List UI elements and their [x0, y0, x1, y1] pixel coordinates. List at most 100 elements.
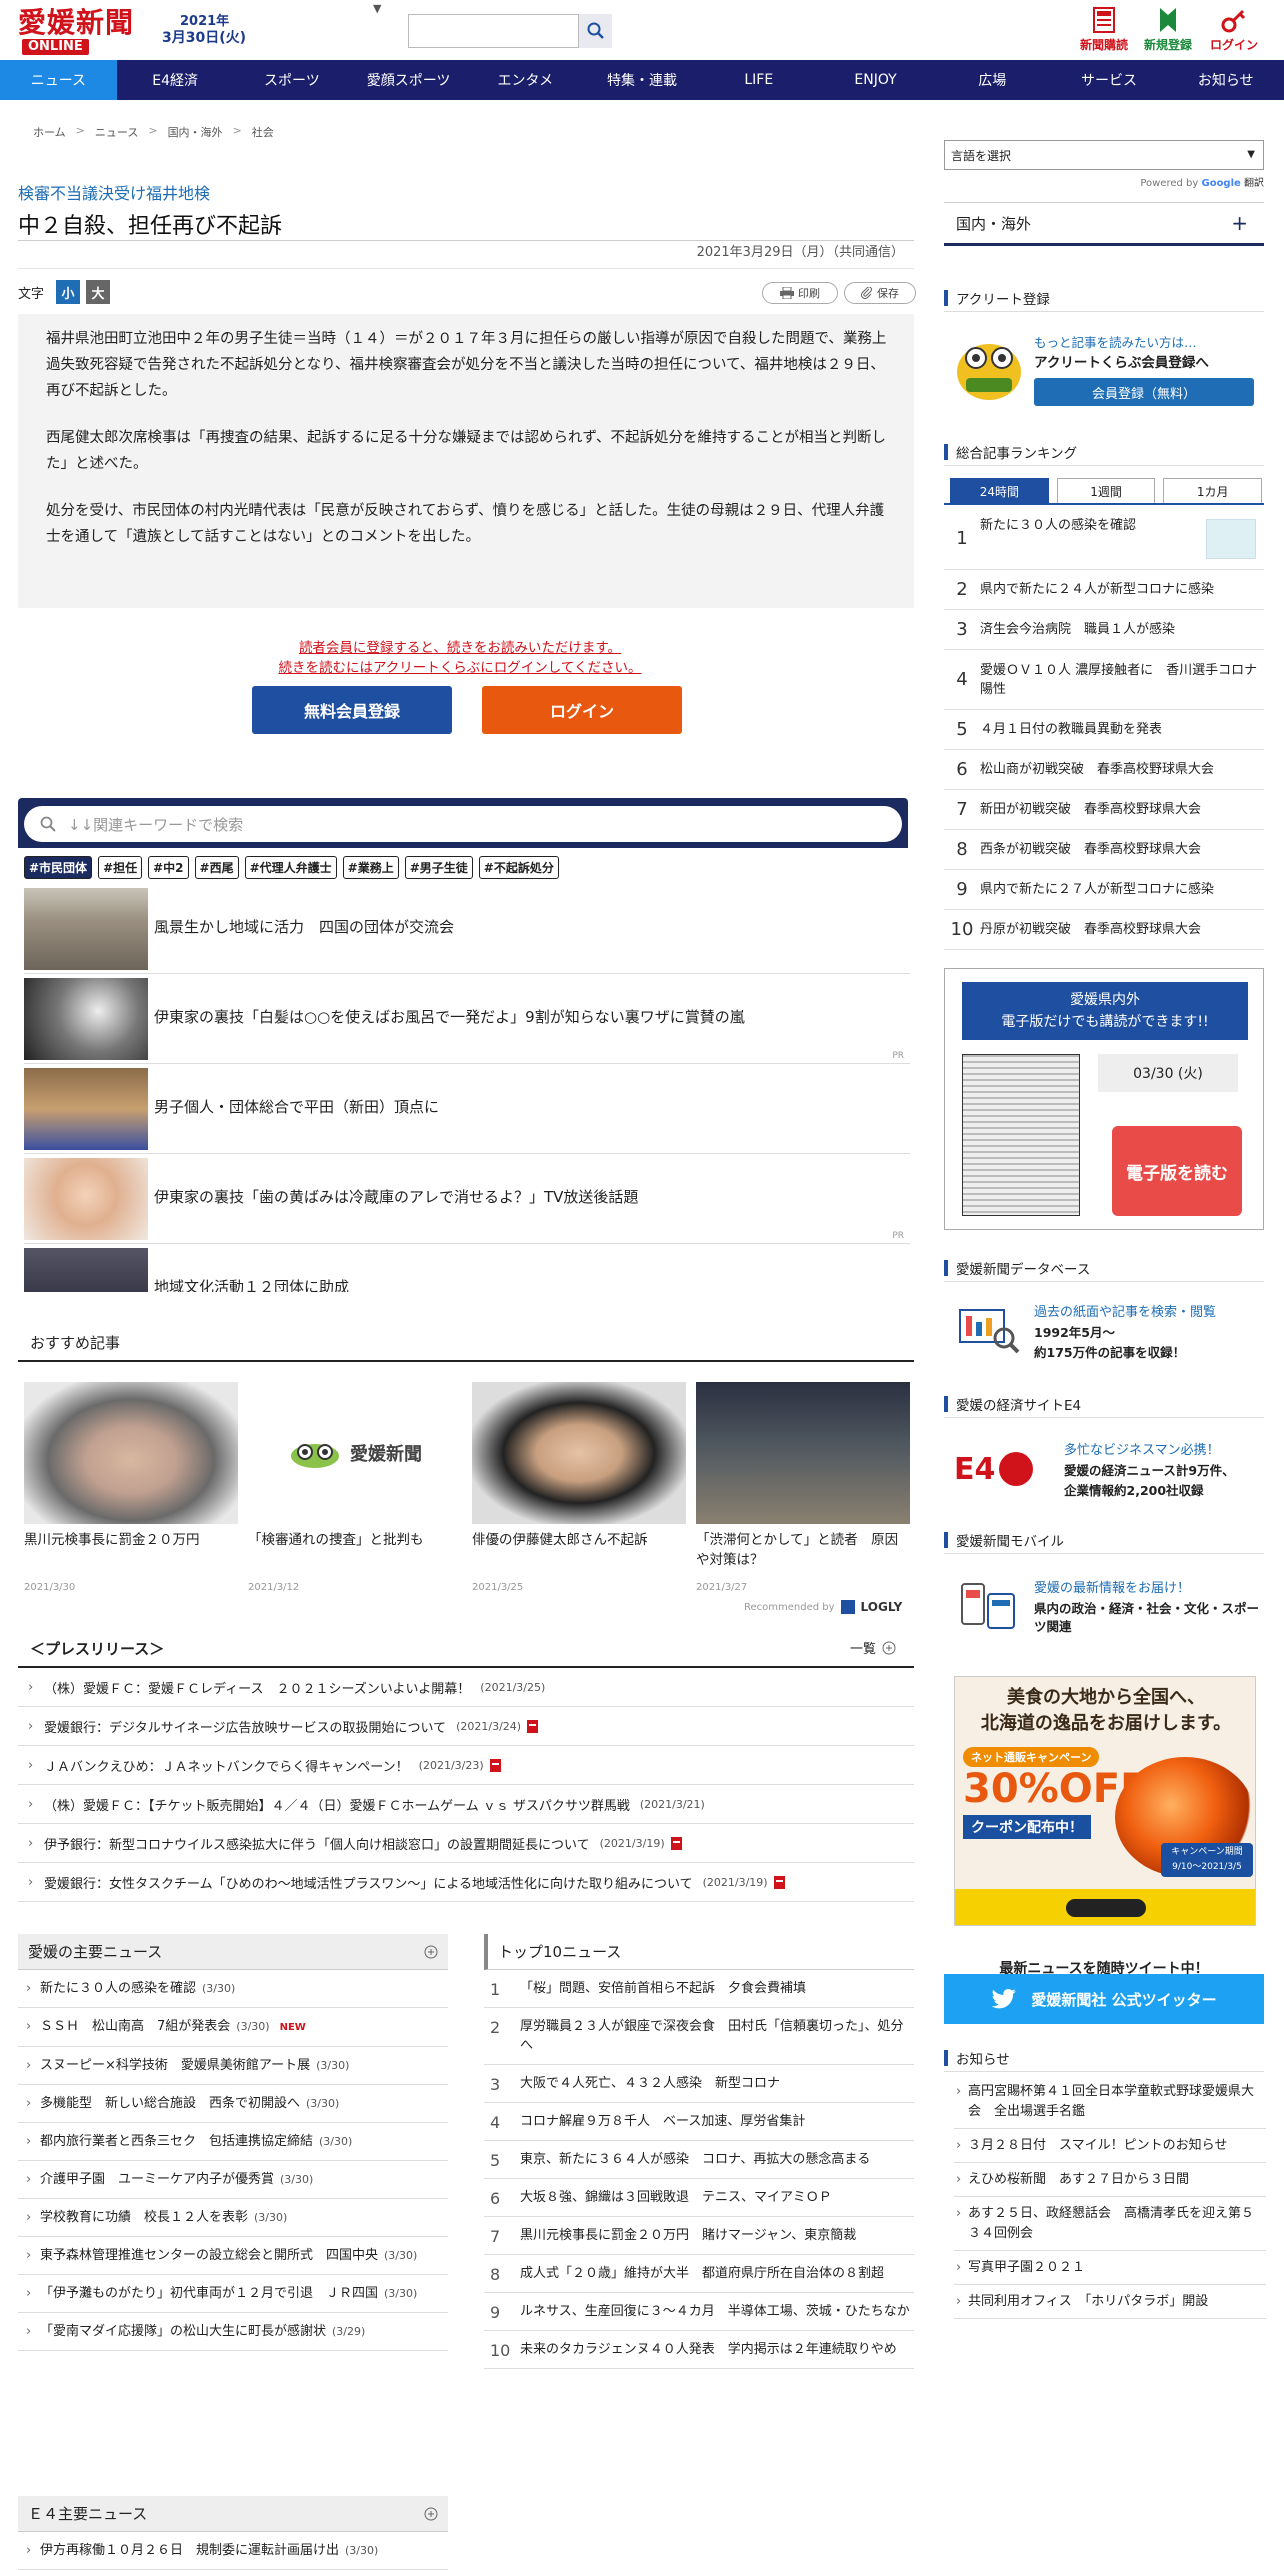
news-item[interactable]: › ＳＳＨ 松山南高 7組が発表会 (3/30) NEW [18, 2008, 448, 2047]
register-link[interactable]: 新規登録 [1140, 6, 1196, 56]
keyword-tag[interactable]: #西尾 [194, 856, 239, 879]
osusume-card[interactable]: 黒川元検事長に罰金２０万円 2021/3/30 [24, 1382, 238, 1593]
ranking-item[interactable]: 4 愛媛ＯＶ１０人 濃厚接触者に 香川選手コロナ陽性 [944, 650, 1264, 710]
top10-item[interactable]: 8 成人式「２０歳」維持が大半 都道府県庁所在自治体の８割超 [484, 2255, 914, 2293]
ranking-item[interactable]: 9 県内で新たに２７人が新型コロナに感染 [944, 870, 1264, 910]
plus-circle-icon[interactable] [424, 1945, 438, 1959]
tab-1week[interactable]: 1週間 [1056, 478, 1156, 504]
news-item[interactable]: › 都内旅行業者と西条三セク 包括連携協定締結 (3/30) [18, 2123, 448, 2161]
keyword-item[interactable]: 男子個人・団体総合で平田（新田）頂点に [24, 1066, 910, 1154]
ranking-item[interactable]: 7 新田が初戦突破 春季高校野球県大会 [944, 790, 1264, 830]
keyword-tag[interactable]: #男子生徒 [404, 856, 473, 879]
press-item[interactable]: › 伊予銀行：新型コロナウイルス感染拡大に伴う「個人向け相談窓口」の設置期間延長に… [18, 1824, 914, 1863]
top10-item[interactable]: 1 「桜」問題、安倍前首相ら不起訴 夕食会費補填 [484, 1970, 914, 2008]
nav-sports[interactable]: スポーツ [233, 60, 350, 100]
hokkaido-ad-banner[interactable]: 美食の大地から全国へ、 北海道の逸品をお届けします。 ネット通販キャンペーン 3… [954, 1676, 1256, 1926]
top10-item[interactable]: 4 コロナ解雇９万８千人 ベース加速、厚労省集計 [484, 2103, 914, 2141]
subscribe-link[interactable]: 新聞購読 [1076, 6, 1132, 56]
nav-notice[interactable]: お知らせ [1167, 60, 1284, 100]
epaper-thumbnail[interactable] [962, 1054, 1080, 1216]
news-item[interactable]: › 「伊予灘ものがたり」初代車両が１２月で引退 ＪＲ四国 (3/30) [18, 2275, 448, 2313]
category-intl[interactable]: 国内・海外 + [944, 202, 1264, 246]
ranking-item[interactable]: 3 済生会今治病院 職員１人が感染 [944, 610, 1264, 650]
news-item[interactable]: › 学校教育に功績 校長１２人を表彰 (3/30) [18, 2199, 448, 2237]
keyword-tag[interactable]: #市民団体 [24, 856, 93, 879]
free-register-button[interactable]: 無料会員登録 [252, 686, 452, 734]
keyword-item[interactable]: 伊東家の裏技「白髪は○○を使えばお風呂で一発だよ」9割が知らない裏ワザに賞賛の嵐… [24, 976, 910, 1064]
mobile-icon[interactable] [958, 1580, 1018, 1634]
login-link[interactable]: ログイン [1206, 6, 1262, 56]
nav-hiroba[interactable]: 広場 [934, 60, 1051, 100]
keyword-item[interactable]: 風景生かし地域に活力 四国の団体が交流会 [24, 886, 910, 974]
ranking-item[interactable]: 2 県内で新たに２４人が新型コロナに感染 [944, 570, 1264, 610]
epaper-read-button[interactable]: 電子版を読む [1112, 1126, 1242, 1216]
osusume-card[interactable]: 愛媛新聞 「検審通れの捜査」と批判も 2021/3/12 [248, 1382, 462, 1593]
top10-item[interactable]: 2 厚労職員２３人が銀座で深夜会食 田村氏「信頼裏切った」、処分へ [484, 2008, 914, 2065]
osusume-card[interactable]: 「渋滞何とかして」と読者 原因や対策は？ 2021/3/27 [696, 1382, 910, 1593]
keyword-tag[interactable]: #担任 [98, 856, 143, 879]
top10-item[interactable]: 10 未来のタカラジェンヌ４０人発表 学内掲示は２年連続取りやめ [484, 2331, 914, 2369]
oshirase-item[interactable]: › 高円宮賜杯第４１回全日本学童軟式野球愛媛県大会 全出場選手名鑑 [954, 2076, 1266, 2129]
tab-1month[interactable]: 1カ月 [1163, 478, 1263, 504]
news-item[interactable]: › 介護甲子園 ユーミーケア内子が優秀賞 (3/30) [18, 2161, 448, 2199]
news-item[interactable]: › 「愛南マダイ応援隊」の松山大生に町長が感謝状 (3/29) [18, 2313, 448, 2351]
site-logo[interactable]: 愛媛新聞 ONLINE [18, 8, 148, 55]
breadcrumb-intl[interactable]: 国内・海外 [168, 124, 223, 140]
translate-link[interactable]: 翻訳 [1244, 178, 1264, 189]
nav-features[interactable]: 特集・連載 [584, 60, 701, 100]
language-select[interactable]: 言語を選択 ▼ [944, 140, 1264, 170]
nav-e4[interactable]: E4経済 [117, 60, 234, 100]
oshirase-item[interactable]: › あす２５日、政経懇話会 高橋清孝氏を迎え第５３４回例会 [954, 2198, 1266, 2251]
font-small-button[interactable]: 小 [56, 280, 81, 304]
news-item[interactable]: › 東予森林管理推進センターの設立総会と開所式 四国中央 (3/30) [18, 2237, 448, 2275]
nav-egao-sports[interactable]: 愛顔スポーツ [350, 60, 467, 100]
save-button[interactable]: 保存 [844, 282, 916, 304]
press-more-link[interactable]: 一覧 [850, 1638, 896, 1657]
keyword-tag[interactable]: #代理人弁護士 [244, 856, 337, 879]
database-icon[interactable] [958, 1302, 1020, 1354]
font-large-button[interactable]: 大 [86, 280, 111, 304]
nav-news[interactable]: ニュース [0, 60, 117, 100]
press-item[interactable]: › ＪＡバンクえひめ：ＪＡネットバンクでらく得キャンペーン！ (2021/3/23) [18, 1746, 914, 1785]
press-item[interactable]: › 愛媛銀行：デジタルサイネージ広告放映サービスの取扱開始について (2021/3/… [18, 1707, 914, 1746]
breadcrumb-society[interactable]: 社会 [252, 124, 274, 140]
breadcrumb-home[interactable]: ホーム [33, 124, 66, 140]
press-item[interactable]: › 愛媛銀行：女性タスクチーム「ひめのわ～地域活性プラスワン～」による地域活性化に… [18, 1863, 914, 1902]
print-button[interactable]: 印刷 [762, 282, 838, 304]
keyword-item[interactable]: 伊東家の裏技「歯の黄ばみは冷蔵庫のアレで消せるよ？」TV放送後話題 PR [24, 1156, 910, 1244]
nav-life[interactable]: LIFE [700, 60, 817, 100]
ranking-item[interactable]: 6 松山商が初戦突破 春季高校野球県大会 [944, 750, 1264, 790]
plus-circle-icon[interactable] [424, 2507, 438, 2521]
dropdown-arrow-icon[interactable]: ▼ [373, 2, 381, 15]
twitter-button[interactable]: 愛媛新聞社 公式ツイッター [944, 1974, 1264, 2024]
keyword-tag[interactable]: #業務上 [342, 856, 399, 879]
oshirase-item[interactable]: › 共同利用オフィス 「ホリパタラボ」開設 [954, 2286, 1266, 2319]
nav-entame[interactable]: エンタメ [467, 60, 584, 100]
oshirase-item[interactable]: › ３月２８日付 スマイル！ピントのお知らせ [954, 2130, 1266, 2163]
news-item[interactable]: › 伊方再稼働１０月２６日 規制委に運転計画届け出 (3/30) [18, 2532, 448, 2570]
osusume-card[interactable]: 俳優の伊藤健太郎さん不起訴 2021/3/25 [472, 1382, 686, 1593]
news-item[interactable]: › スヌーピー×科学技術 愛媛県美術館アート展 (3/30) [18, 2047, 448, 2085]
ranking-item[interactable]: 5 ４月１日付の教職員異動を発表 [944, 710, 1264, 750]
login-button[interactable]: ログイン [482, 686, 682, 734]
keyword-search-input[interactable]: ↓↓関連キーワードで検索 [24, 806, 902, 842]
keyword-tag[interactable]: #中2 [148, 856, 189, 879]
news-item[interactable]: › 新たに３０人の感染を確認 (3/30) [18, 1970, 448, 2008]
ranking-item[interactable]: 8 西条が初戦突破 春季高校野球県大会 [944, 830, 1264, 870]
acrete-register-button[interactable]: 会員登録（無料） [1034, 378, 1254, 406]
register-notice[interactable]: 読者会員に登録すると、続きをお読みいただけます。 続きを読むにはアクリートくらぶ… [180, 638, 740, 678]
press-item[interactable]: › （株）愛媛ＦＣ：【チケット販売開始】４／４（日）愛媛ＦＣホームゲーム ｖｓ ザ… [18, 1785, 914, 1824]
search-button[interactable] [578, 14, 612, 48]
oshirase-item[interactable]: › えひめ桜新聞 あす２７日から３日間 [954, 2164, 1266, 2197]
keyword-item[interactable]: 地域文化活動１２団体に助成 [24, 1246, 910, 1292]
top10-item[interactable]: 9 ルネサス、生産回復に３～４カ月 半導体工場、茨城・ひたちなか [484, 2293, 914, 2331]
e4-logo[interactable]: E4 [954, 1446, 1056, 1492]
nav-service[interactable]: サービス [1051, 60, 1168, 100]
press-item[interactable]: › （株）愛媛ＦＣ：愛媛ＦＣレディース ２０２１シーズンいよいよ開幕！ (2021/… [18, 1668, 914, 1707]
tab-24h[interactable]: 24時間 [950, 478, 1049, 504]
top10-item[interactable]: 5 東京、新たに３６４人が感染 コロナ、再拡大の懸念高まる [484, 2141, 914, 2179]
news-item[interactable]: › 多機能型 新しい総合施設 西条で初開設へ (3/30) [18, 2085, 448, 2123]
top10-item[interactable]: 7 黒川元検事長に罰金２０万円 賭けマージャン、東京簡裁 [484, 2217, 914, 2255]
recommended-by[interactable]: Recommended by LOGLY [744, 1600, 902, 1614]
top10-item[interactable]: 3 大阪で４人死亡、４３２人感染 新型コロナ [484, 2065, 914, 2103]
